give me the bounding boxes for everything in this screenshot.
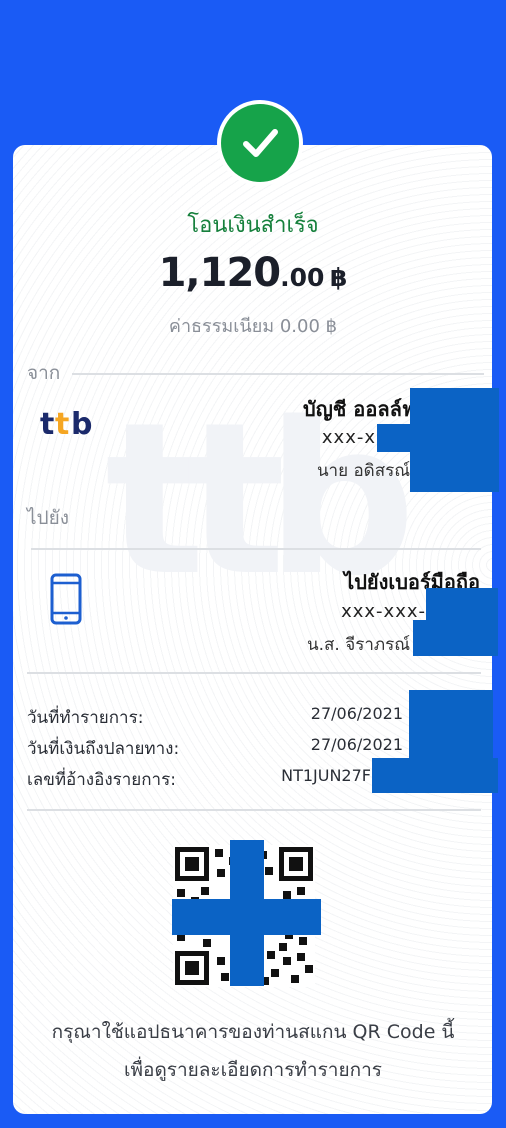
footer-instruction-line1: กรุณาใช้แอปธนาคารของท่านสแกน QR Code นี้ xyxy=(51,1021,455,1043)
svg-text:t: t xyxy=(55,408,69,440)
from-account-name: นาย อดิสรณ์ xyxy=(316,461,410,481)
from-label: จาก xyxy=(27,362,61,384)
amount-main: 1,120 xyxy=(158,250,282,296)
to-divider xyxy=(31,548,481,550)
check-icon xyxy=(221,104,299,182)
from-divider xyxy=(72,373,484,375)
mobile-phone-icon xyxy=(50,573,82,629)
success-badge xyxy=(217,100,303,186)
qr-divider xyxy=(27,809,481,811)
transaction-date-label: วันที่ทำรายการ: xyxy=(27,708,144,728)
arrival-date-value: 27/06/2021 xyxy=(310,735,403,754)
redaction-mask xyxy=(372,758,498,793)
ttb-logo: t t b xyxy=(40,407,98,444)
to-account-number: xxx-xxx- xyxy=(341,601,426,622)
footer-instruction-line2: เพื่อดูรายละเอียดการทำรายการ xyxy=(124,1059,382,1081)
redaction-mask xyxy=(426,588,498,622)
fee-text: ค่าธรรมเนียม 0.00 ฿ xyxy=(168,316,338,337)
to-account-name: น.ส. จีราภรณ์ xyxy=(307,635,410,655)
amount-decimals: .00 xyxy=(280,263,325,292)
redaction-mask xyxy=(409,690,493,762)
from-account-type: บัญชี ออลล์ฟ xyxy=(303,397,416,421)
currency-symbol: ฿ xyxy=(330,263,348,292)
status-title: โอนเงินสำเร็จ xyxy=(187,213,319,238)
from-account-number: xxx-x xyxy=(321,427,376,448)
redaction-mask xyxy=(377,424,417,452)
redaction-mask xyxy=(410,388,499,492)
amount: 1,120.00 ฿ xyxy=(0,250,506,296)
reference-number-value: NT1JUN27F xyxy=(281,766,371,785)
arrival-date-label: วันที่เงินถึงปลายทาง: xyxy=(27,739,180,759)
transaction-date-value: 27/06/2021 xyxy=(310,704,403,723)
to-label: ไปยัง xyxy=(27,507,70,529)
reference-number-label: เลขที่อ้างอิงรายการ: xyxy=(27,770,176,790)
svg-text:b: b xyxy=(71,408,92,440)
details-divider xyxy=(27,672,481,674)
svg-text:t: t xyxy=(40,408,54,440)
redaction-mask xyxy=(172,899,321,935)
redaction-mask xyxy=(413,620,498,656)
